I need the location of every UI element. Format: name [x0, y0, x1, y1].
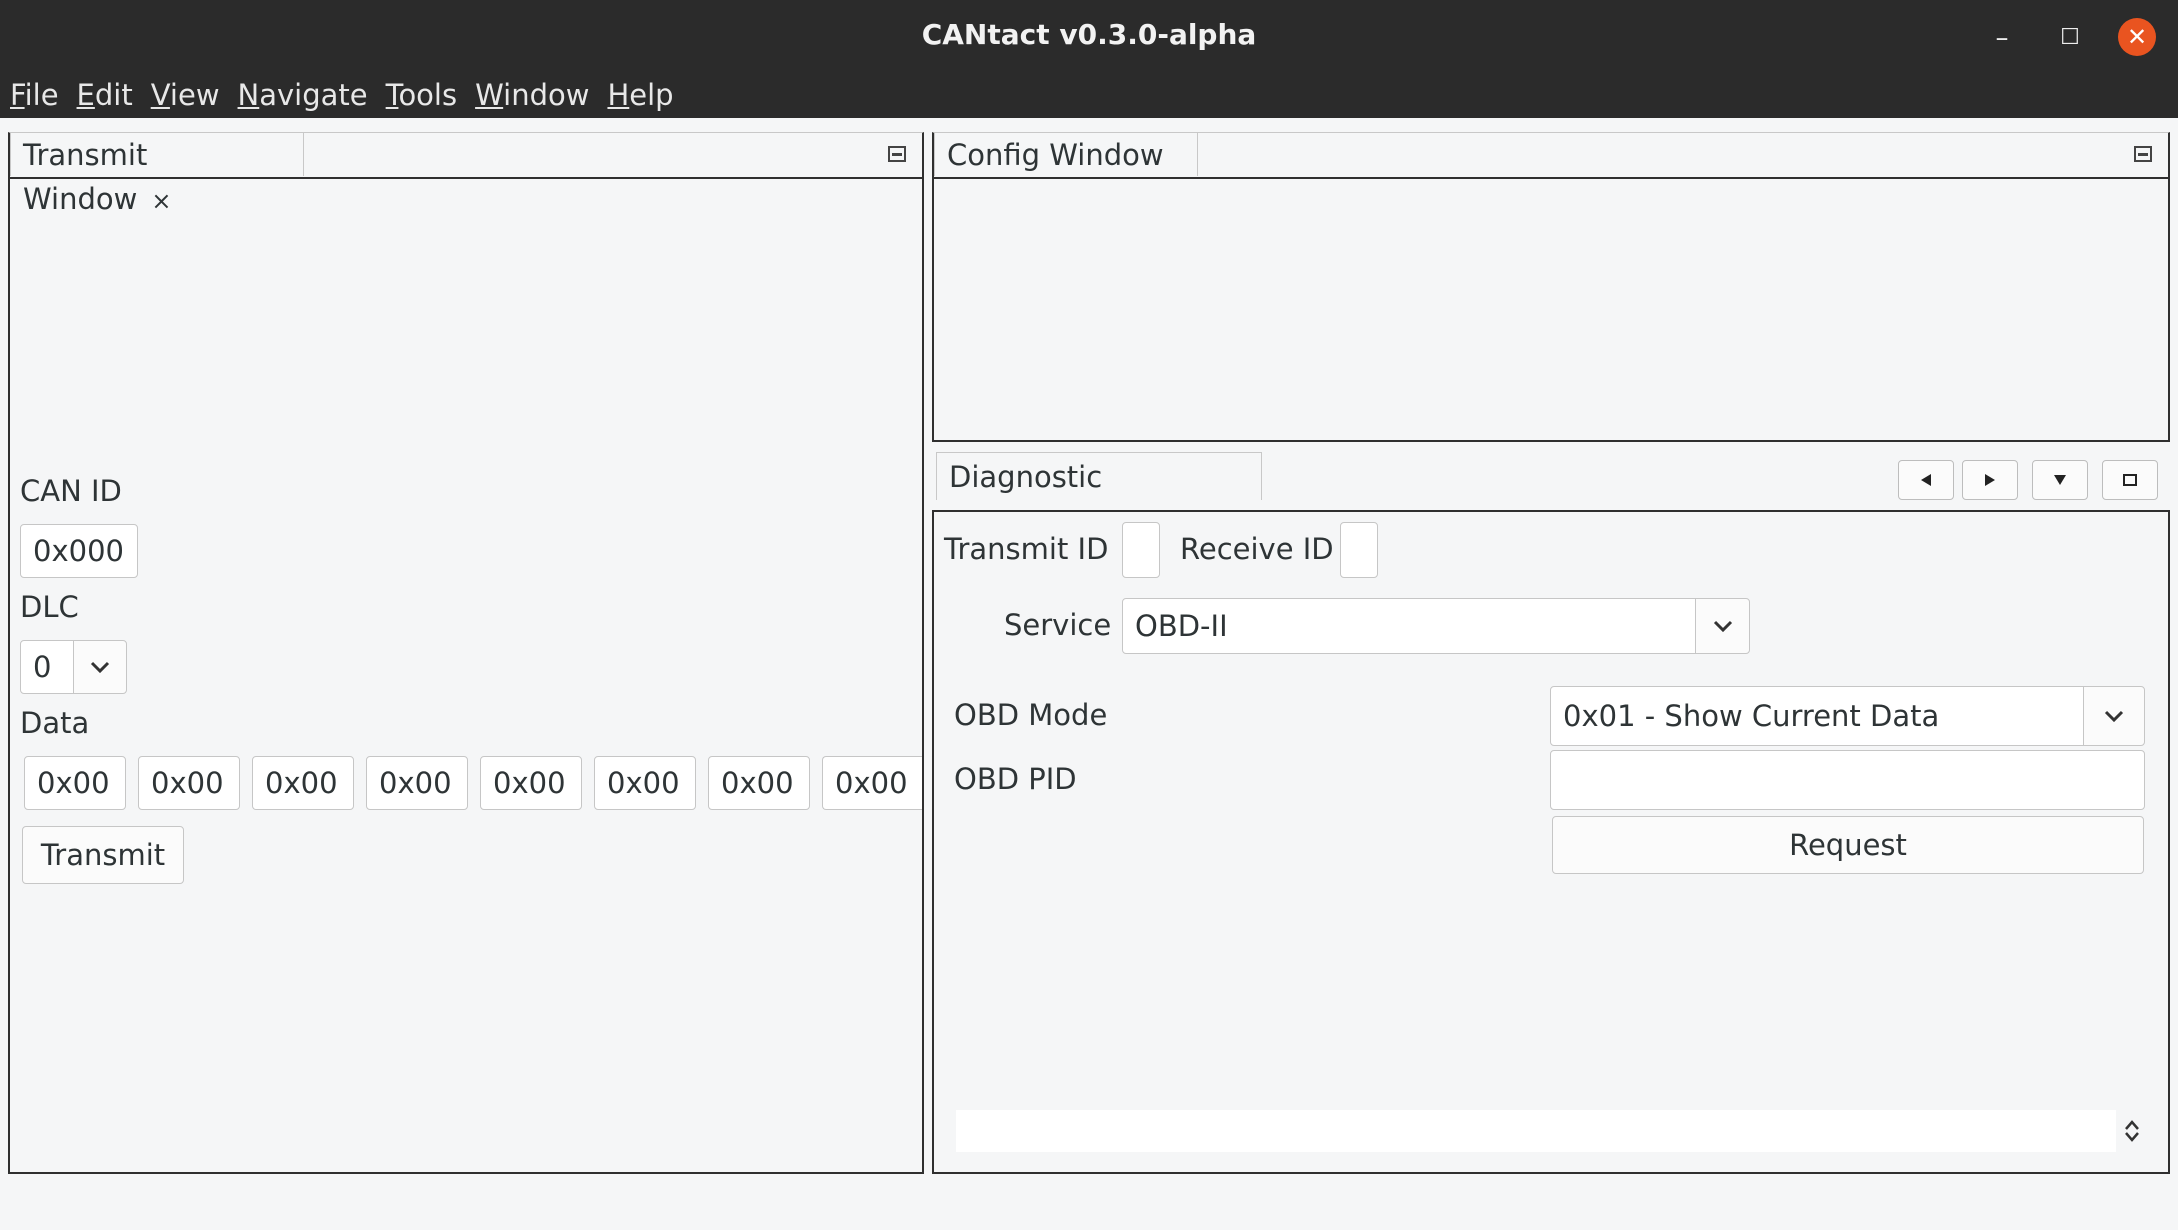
data-byte-4[interactable]: 0x00	[480, 756, 582, 810]
title-bar: CANtact v0.3.0-alpha – ☐ ✕ File Edit Vie…	[0, 0, 2178, 118]
maximize-button[interactable]: ☐	[2050, 18, 2090, 58]
transmit-window-panel	[8, 132, 924, 1174]
response-output-field[interactable]	[956, 1110, 2116, 1152]
service-select[interactable]: OBD-II	[1122, 598, 1696, 654]
data-byte-3[interactable]: 0x00	[366, 756, 468, 810]
chevron-down-icon	[1713, 620, 1732, 633]
maximize-icon	[2123, 474, 2137, 486]
minimize-button[interactable]: –	[1982, 18, 2022, 58]
dlc-label: DLC	[20, 590, 79, 624]
triangle-left-icon	[1921, 474, 1931, 486]
menu-edit[interactable]: Edit	[67, 72, 141, 118]
data-byte-6[interactable]: 0x00	[708, 756, 810, 810]
triangle-down-icon	[2054, 475, 2066, 485]
panel-divider	[8, 177, 924, 179]
tab-label: Config Window	[947, 138, 1164, 172]
service-label: Service	[1004, 608, 1112, 642]
scroll-tabs-right-button[interactable]	[1962, 460, 2018, 500]
output-spinner[interactable]	[2116, 1110, 2148, 1152]
dlc-dropdown-button[interactable]	[73, 640, 127, 694]
chevron-down-icon	[2104, 710, 2124, 723]
window-title: CANtact v0.3.0-alpha	[921, 18, 1257, 51]
transmit-id-input[interactable]	[1122, 522, 1160, 578]
menu-file[interactable]: File	[0, 72, 67, 118]
tab-diagnostic-window[interactable]: Diagnostic Window×	[936, 452, 1262, 542]
tab-config-window[interactable]: Config Window	[934, 132, 1198, 176]
obd-pid-input[interactable]	[1550, 750, 2145, 810]
transmit-id-label: Transmit ID	[944, 532, 1109, 566]
menu-tools[interactable]: Tools	[376, 72, 465, 118]
receive-id-label: Receive ID	[1180, 532, 1334, 566]
close-button[interactable]: ✕	[2118, 18, 2156, 56]
maximize-panel-button[interactable]	[2102, 460, 2158, 500]
dlc-select[interactable]: 0	[20, 640, 74, 694]
data-byte-2[interactable]: 0x00	[252, 756, 354, 810]
data-byte-7[interactable]: 0x00	[822, 756, 922, 810]
data-byte-0[interactable]: 0x00	[24, 756, 126, 810]
tab-transmit-window[interactable]: Transmit Window ×	[10, 132, 304, 216]
triangle-right-icon	[1985, 474, 1995, 486]
obd-mode-dropdown-button[interactable]	[2083, 686, 2145, 746]
data-byte-1[interactable]: 0x00	[138, 756, 240, 810]
scroll-tabs-left-button[interactable]	[1898, 460, 1954, 500]
chevron-up-icon[interactable]	[2123, 1119, 2141, 1131]
menu-bar: File Edit View Navigate Tools Window Hel…	[0, 72, 682, 118]
obd-mode-select[interactable]: 0x01 - Show Current Data	[1550, 686, 2084, 746]
data-label: Data	[20, 706, 90, 740]
close-icon[interactable]: ×	[151, 187, 171, 215]
chevron-down-icon[interactable]	[2123, 1131, 2141, 1143]
menu-help[interactable]: Help	[597, 72, 681, 118]
transmit-button[interactable]: Transmit	[22, 826, 184, 884]
menu-window[interactable]: Window	[465, 72, 597, 118]
chevron-down-icon	[90, 661, 110, 674]
menu-view[interactable]: View	[141, 72, 228, 118]
menu-navigate[interactable]: Navigate	[228, 72, 376, 118]
service-dropdown-button[interactable]	[1695, 598, 1750, 654]
receive-id-input[interactable]	[1340, 522, 1378, 578]
can-id-input[interactable]: 0x000	[20, 524, 138, 578]
request-button[interactable]: Request	[1552, 816, 2144, 874]
obd-mode-label: OBD Mode	[954, 698, 1108, 732]
can-id-label: CAN ID	[20, 474, 122, 508]
panel-divider	[932, 177, 2170, 179]
minimize-panel-icon[interactable]	[2134, 146, 2152, 162]
tab-list-dropdown-button[interactable]	[2032, 460, 2088, 500]
obd-pid-label: OBD PID	[954, 762, 1077, 796]
minimize-panel-icon[interactable]	[888, 146, 906, 162]
data-byte-5[interactable]: 0x00	[594, 756, 696, 810]
